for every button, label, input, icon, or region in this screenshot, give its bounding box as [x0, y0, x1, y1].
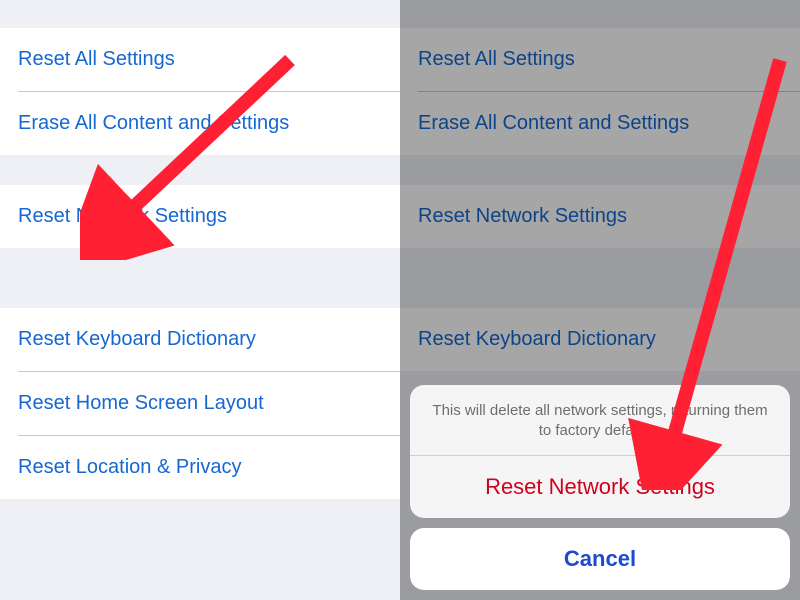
cancel-button[interactable]: Cancel	[410, 528, 790, 590]
reset-settings-pane-left: Reset All Settings Erase All Content and…	[0, 0, 400, 600]
action-sheet: This will delete all network settings, r…	[400, 375, 800, 600]
reset-group-1: Reset All Settings Erase All Content and…	[0, 28, 400, 155]
confirm-reset-network-button[interactable]: Reset Network Settings	[410, 456, 790, 518]
erase-all-content-row[interactable]: Erase All Content and Settings	[0, 92, 400, 155]
reset-options-list: Reset All Settings Erase All Content and…	[0, 0, 400, 499]
reset-settings-pane-right: Reset All Settings Erase All Content and…	[400, 0, 800, 600]
action-sheet-panel: This will delete all network settings, r…	[410, 385, 790, 519]
reset-keyboard-dictionary-row[interactable]: Reset Keyboard Dictionary	[0, 308, 400, 371]
reset-all-settings-row[interactable]: Reset All Settings	[0, 28, 400, 91]
action-sheet-message: This will delete all network settings, r…	[410, 385, 790, 456]
reset-home-screen-row[interactable]: Reset Home Screen Layout	[0, 372, 400, 435]
reset-network-settings-row[interactable]: Reset Network Settings	[0, 185, 400, 248]
reset-location-privacy-row[interactable]: Reset Location & Privacy	[0, 436, 400, 499]
reset-group-3: Reset Keyboard Dictionary Reset Home Scr…	[0, 308, 400, 499]
action-sheet-cancel-panel: Cancel	[410, 528, 790, 590]
reset-group-2: Reset Network Settings	[0, 185, 400, 248]
